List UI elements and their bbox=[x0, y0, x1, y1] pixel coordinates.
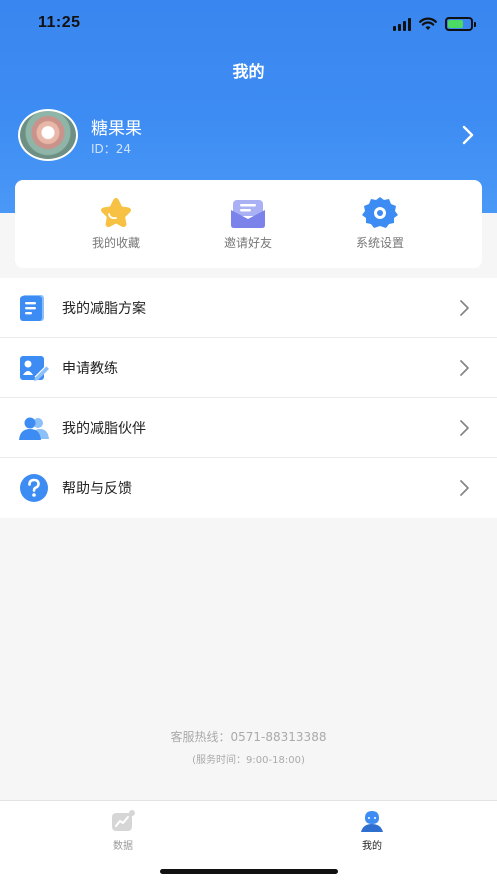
user-icon bbox=[361, 811, 383, 832]
customer-hotline: 客服热线：0571-88313388 bbox=[170, 730, 327, 744]
menu-item-fat-loss-partner[interactable]: 我的减脂伙伴 bbox=[0, 398, 497, 458]
tab-label: 数据 bbox=[113, 841, 133, 852]
signal-icon bbox=[393, 17, 411, 31]
help-icon bbox=[20, 474, 48, 502]
profile-id: ID：24 bbox=[91, 142, 132, 156]
chart-icon bbox=[112, 810, 135, 831]
quick-action-invite[interactable]: 邀请好友 bbox=[198, 195, 298, 251]
apply-icon bbox=[20, 355, 49, 381]
tab-label: 我的 bbox=[362, 841, 382, 852]
chevron-right-icon bbox=[460, 359, 469, 376]
service-time: (服务时间：9:00-18:00) bbox=[192, 755, 305, 766]
status-bar: 11:25 bbox=[0, 0, 497, 50]
status-icons bbox=[393, 14, 476, 34]
menu-item-fat-loss-plan[interactable]: 我的减脂方案 bbox=[0, 278, 497, 338]
home-indicator bbox=[160, 869, 338, 874]
tab-data[interactable]: 数据 bbox=[63, 809, 183, 852]
status-time: 11:25 bbox=[38, 14, 81, 31]
chevron-right-icon bbox=[460, 480, 469, 496]
mail-icon bbox=[231, 200, 265, 228]
users-icon bbox=[19, 417, 49, 440]
quick-action-favorites[interactable]: 我的收藏 bbox=[66, 195, 166, 251]
profile-section[interactable]: 糖果果 ID：24 bbox=[18, 109, 488, 165]
quick-action-settings[interactable]: 系统设置 bbox=[330, 195, 430, 251]
battery-icon bbox=[445, 17, 476, 31]
menu-item-label: 我的减脂伙伴 bbox=[62, 420, 146, 437]
menu-item-label: 帮助与反馈 bbox=[62, 481, 132, 497]
quick-action-label: 邀请好友 bbox=[223, 236, 272, 250]
menu-item-apply-coach[interactable]: 申请教练 bbox=[0, 338, 497, 398]
chevron-right-icon bbox=[460, 419, 469, 436]
gear-icon bbox=[362, 197, 398, 228]
chevron-right-icon bbox=[460, 299, 469, 316]
menu-list: 我的减脂方案 申请教练 我的减脂伙伴 帮助与反馈 bbox=[0, 278, 497, 518]
quick-actions-card: 我的收藏 邀请好友 系统设置 bbox=[15, 180, 482, 268]
menu-item-label: 申请教练 bbox=[62, 360, 118, 377]
quick-action-label: 我的收藏 bbox=[91, 236, 140, 250]
chevron-right-icon[interactable] bbox=[458, 123, 478, 147]
page-title: 我的 bbox=[232, 62, 265, 81]
profile-name: 糖果果 bbox=[91, 119, 142, 139]
menu-item-help-feedback[interactable]: 帮助与反馈 bbox=[0, 458, 497, 518]
tab-mine[interactable]: 我的 bbox=[312, 809, 432, 852]
star-icon bbox=[101, 198, 131, 228]
quick-action-label: 系统设置 bbox=[355, 236, 404, 250]
document-icon bbox=[20, 294, 44, 321]
wifi-icon bbox=[419, 17, 437, 30]
avatar[interactable] bbox=[18, 109, 78, 161]
menu-item-label: 我的减脂方案 bbox=[62, 300, 146, 317]
